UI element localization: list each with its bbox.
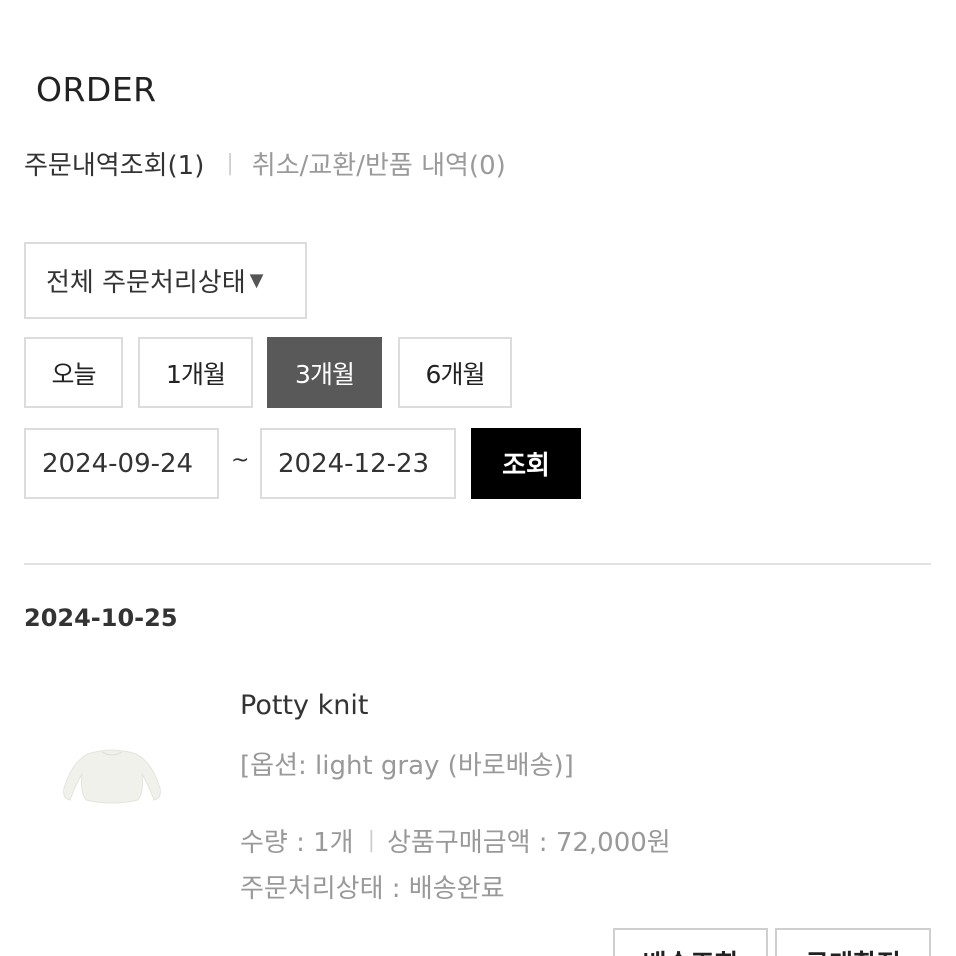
product-meta: 수량 : 1개 | 상품구매금액 : 72,000원 — [240, 822, 671, 859]
tab-cancel-exchange-return[interactable]: 취소/교환/반품 내역(0) — [252, 145, 506, 182]
product-name[interactable]: Potty knit — [240, 690, 368, 721]
start-date-input[interactable]: 2024-09-24 — [24, 428, 219, 499]
confirm-purchase-button[interactable]: 구매확정 — [775, 928, 931, 956]
triangle-down-icon: ▼ — [249, 270, 264, 291]
meta-separator: | — [367, 828, 376, 853]
order-date: 2024-10-25 — [24, 604, 178, 632]
order-status: 주문처리상태 : 배송완료 — [240, 874, 505, 904]
end-date-input[interactable]: 2024-12-23 — [260, 428, 456, 499]
period-button-1-month[interactable]: 1개월 — [138, 337, 253, 408]
product-quantity: 수량 : 1개 — [240, 828, 354, 858]
order-status-select-value: 전체 주문처리상태 — [46, 268, 246, 298]
period-button-6-months[interactable]: 6개월 — [398, 337, 512, 408]
period-button-today[interactable]: 오늘 — [24, 337, 123, 408]
page-title: ORDER — [36, 70, 157, 109]
product-thumbnail[interactable] — [58, 740, 166, 810]
tab-separator: | — [226, 151, 234, 176]
order-tabs: 주문내역조회(1) | 취소/교환/반품 내역(0) — [24, 145, 506, 182]
section-divider — [24, 563, 931, 565]
search-button[interactable]: 조회 — [471, 428, 581, 499]
track-delivery-button[interactable]: 배송조회 — [613, 928, 768, 956]
tab-order-history[interactable]: 주문내역조회(1) — [24, 145, 204, 182]
date-range-separator: ~ — [231, 448, 250, 473]
order-status-select[interactable]: 전체 주문처리상태 ▼ — [24, 242, 307, 319]
period-button-3-months[interactable]: 3개월 — [267, 337, 382, 408]
product-price: 상품구매금액 : 72,000원 — [387, 828, 671, 858]
product-option: [옵션: light gray (바로배송)] — [240, 751, 574, 781]
